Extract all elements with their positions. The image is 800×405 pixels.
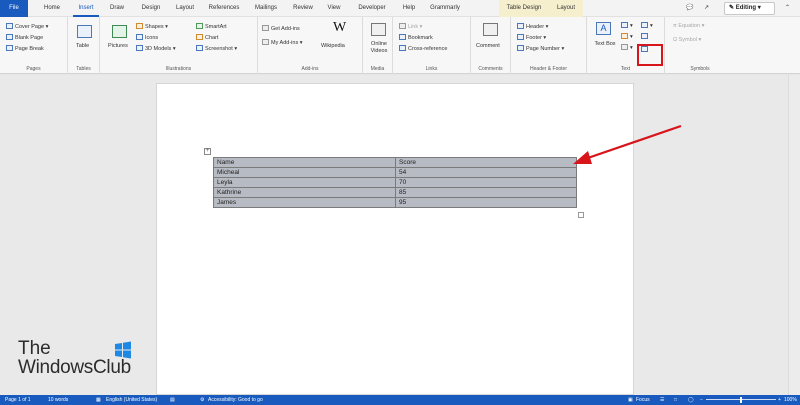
- print-layout-icon[interactable]: □: [674, 395, 677, 405]
- focus-icon[interactable]: ▣: [628, 395, 633, 405]
- windows-logo-icon: [115, 341, 131, 359]
- zoom-slider-thumb[interactable]: [740, 397, 742, 403]
- accessibility-icon[interactable]: ⚙: [200, 395, 204, 405]
- word-window: File Home Insert Draw Design Layout Refe…: [0, 0, 800, 405]
- zoom-in-icon[interactable]: +: [778, 395, 781, 405]
- accessibility-status[interactable]: Accessibility: Good to go: [208, 395, 263, 405]
- page-count[interactable]: Page 1 of 1: [5, 395, 31, 405]
- language-indicator[interactable]: English (United States): [106, 395, 157, 405]
- status-bar: Page 1 of 1 10 words ▦ English (United S…: [0, 395, 800, 405]
- focus-mode[interactable]: Focus: [636, 395, 650, 405]
- word-count[interactable]: 10 words: [48, 395, 68, 405]
- read-mode-icon[interactable]: ☰: [660, 395, 664, 405]
- watermark-line-2: WindowsClub: [18, 357, 131, 378]
- text-predictions-icon[interactable]: ▤: [170, 395, 175, 405]
- zoom-level[interactable]: 100%: [784, 395, 797, 405]
- zoom-out-icon[interactable]: −: [700, 395, 703, 405]
- watermark-logo: The WindowsClub: [18, 339, 131, 378]
- proofing-icon[interactable]: ▦: [96, 395, 101, 405]
- web-layout-icon[interactable]: ◯: [688, 395, 694, 405]
